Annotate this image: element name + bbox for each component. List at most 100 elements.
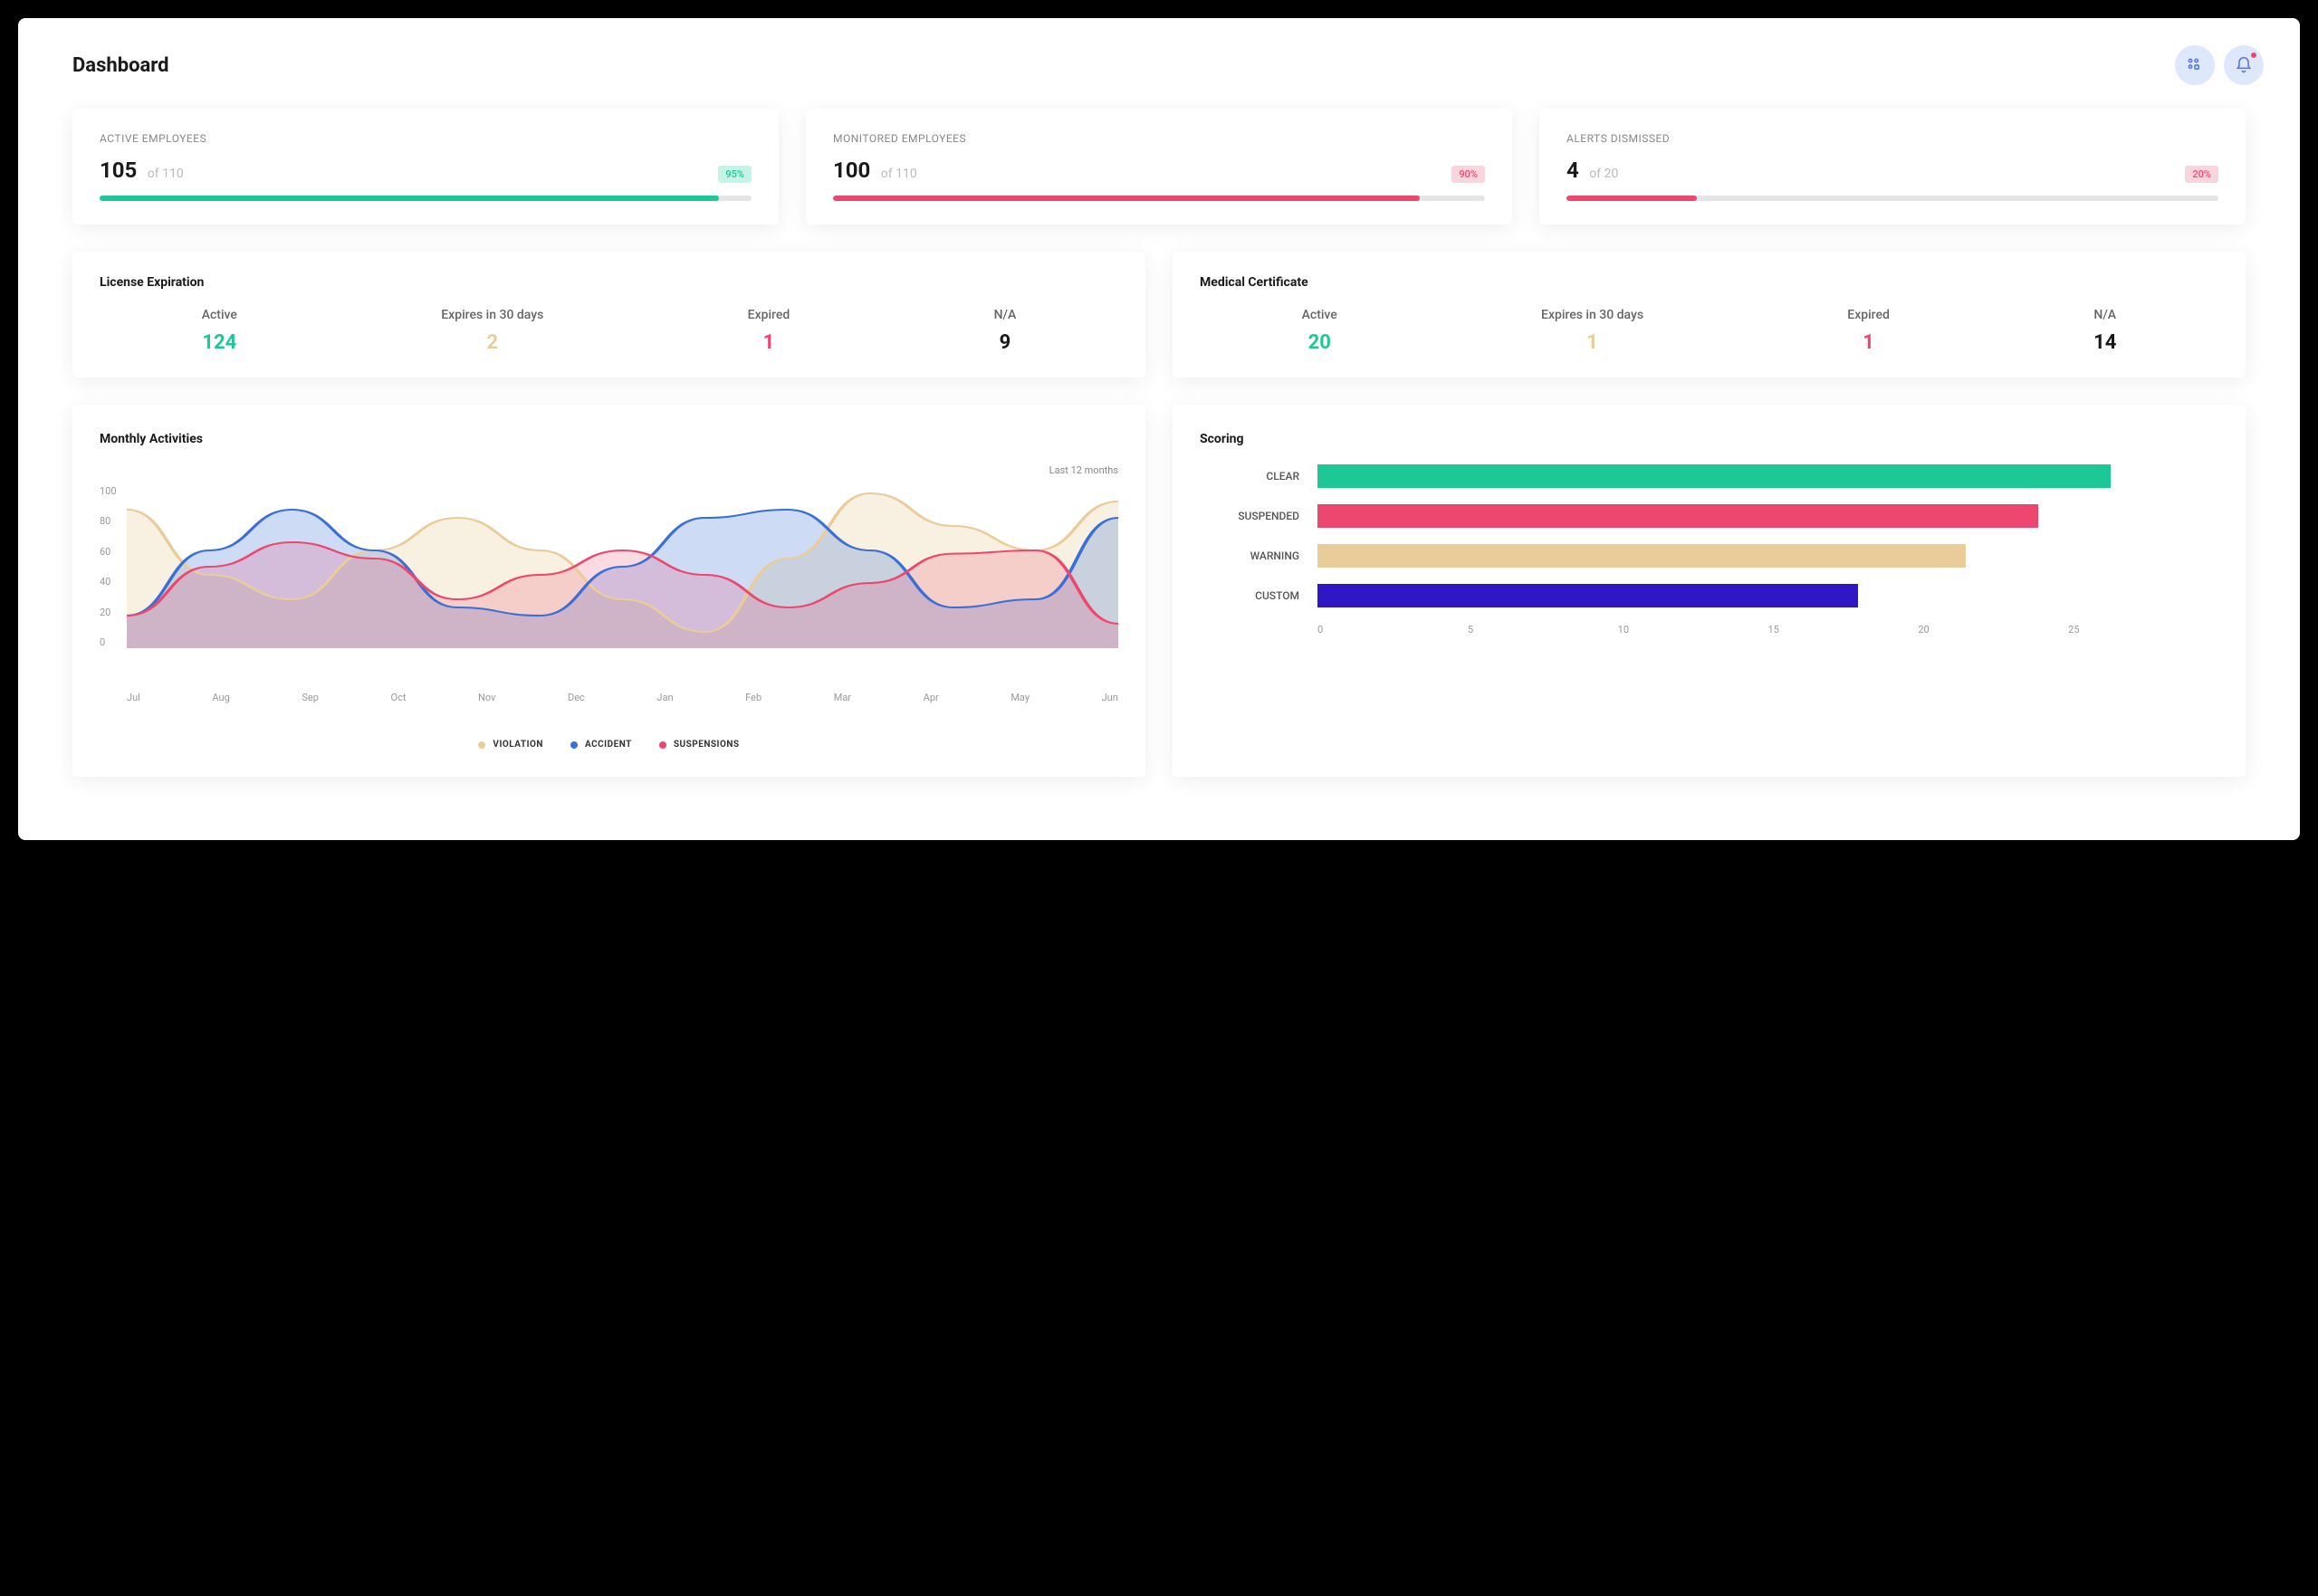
bar-row: SUSPENDED [1200, 504, 2218, 528]
y-axis: 100806040200 [100, 485, 117, 648]
header-icons [2175, 45, 2264, 85]
legend-label: SUSPENSIONS [674, 740, 740, 750]
stat-total: of 110 [144, 167, 183, 181]
bar-x-tick: 20 [1918, 624, 2068, 636]
chart-legend: VIOLATION ACCIDENT SUSPENSIONS [100, 740, 1118, 750]
notification-dot [2249, 51, 2258, 60]
legend-dot [570, 741, 578, 749]
mini-stat-value: 124 [202, 331, 237, 354]
mini-stat-label: N/A [2093, 308, 2116, 322]
stat-label: ACTIVE EMPLOYEES [100, 132, 752, 145]
bar-fill [1317, 464, 2111, 488]
bar-label: CLEAR [1200, 470, 1317, 483]
y-tick: 0 [100, 636, 117, 648]
legend-dot [478, 741, 485, 749]
medical-card: Medical Certificate Active 20 Expires in… [1173, 252, 2246, 377]
mini-stat-value: 14 [2093, 331, 2116, 354]
scoring-title: Scoring [1200, 432, 2218, 446]
monthly-subtitle: Last 12 months [100, 464, 1118, 476]
mini-stat: N/A 14 [2093, 308, 2116, 354]
bar-x-tick: 5 [1468, 624, 1618, 636]
app-container: Dashboard ACTIVE EMPLOYEES 105 of 110 95… [18, 18, 2300, 840]
page-title: Dashboard [72, 54, 2246, 77]
bar-x-tick: 25 [2068, 624, 2218, 636]
license-grid: Active 124 Expires in 30 days 2 Expired … [100, 308, 1118, 354]
y-tick: 20 [100, 607, 117, 618]
progress-fill [833, 196, 1420, 201]
bar-track [1317, 504, 2218, 528]
mini-stat-value: 1 [748, 331, 790, 354]
mini-stat: Active 20 [1302, 308, 1337, 354]
bar-label: WARNING [1200, 550, 1317, 562]
stat-total: of 110 [877, 167, 916, 181]
stat-card-0: ACTIVE EMPLOYEES 105 of 110 95% [72, 109, 779, 225]
x-tick: Jun [1102, 692, 1118, 703]
apps-icon [2186, 56, 2204, 74]
x-tick: Jan [656, 692, 673, 703]
mini-stat: Active 124 [202, 308, 237, 354]
mini-stat-value: 2 [441, 331, 543, 354]
apps-icon-button[interactable] [2175, 45, 2215, 85]
progress-track [1566, 196, 2218, 201]
mini-stat-value: 1 [1847, 331, 1890, 354]
bar-fill [1317, 504, 2038, 528]
x-tick: May [1011, 692, 1030, 703]
stat-value: 4 [1566, 158, 1579, 183]
bar-track [1317, 544, 2218, 568]
mini-stat-label: Expired [748, 308, 790, 322]
bar-x-tick: 15 [1767, 624, 1918, 636]
mini-stat: Expired 1 [748, 308, 790, 354]
legend-item: VIOLATION [478, 740, 543, 750]
progress-fill [100, 196, 719, 201]
mini-stat: N/A 9 [994, 308, 1017, 354]
progress-fill [1566, 196, 1697, 201]
scoring-bar-chart: CLEAR SUSPENDED WARNING CUSTOM [1200, 464, 2218, 607]
mini-stat-value: 9 [994, 331, 1017, 354]
legend-item: ACCIDENT [570, 740, 632, 750]
y-tick: 100 [100, 485, 117, 497]
mini-stat-label: Active [202, 308, 237, 322]
stat-badge: 95% [718, 166, 752, 183]
x-tick: Dec [568, 692, 585, 703]
scoring-x-axis: 0510152025 [1317, 624, 2218, 636]
progress-track [833, 196, 1485, 201]
legend-label: VIOLATION [493, 740, 543, 750]
y-tick: 80 [100, 515, 117, 527]
bar-row: CUSTOM [1200, 584, 2218, 607]
bar-row: WARNING [1200, 544, 2218, 568]
mini-stat: Expired 1 [1847, 308, 1890, 354]
mini-stat-label: N/A [994, 308, 1017, 322]
bar-fill [1317, 544, 1966, 568]
monthly-chart: 100806040200 [127, 485, 1118, 684]
y-tick: 40 [100, 576, 117, 588]
stat-total: of 20 [1586, 167, 1619, 181]
progress-track [100, 196, 752, 201]
charts-row: Monthly Activities Last 12 months 100806… [72, 405, 2246, 777]
mini-stat: Expires in 30 days 2 [441, 308, 543, 354]
bar-track [1317, 584, 2218, 607]
license-card: License Expiration Active 124 Expires in… [72, 252, 1145, 377]
status-row: License Expiration Active 124 Expires in… [72, 252, 2246, 377]
x-tick: Oct [391, 692, 407, 703]
x-tick: Feb [745, 692, 761, 703]
x-tick: Nov [478, 692, 495, 703]
bar-row: CLEAR [1200, 464, 2218, 488]
x-tick: Apr [924, 692, 939, 703]
bar-fill [1317, 584, 1858, 607]
notifications-icon-button[interactable] [2224, 45, 2264, 85]
bar-x-tick: 10 [1618, 624, 1768, 636]
stat-badge: 20% [2185, 166, 2218, 183]
bar-track [1317, 464, 2218, 488]
license-title: License Expiration [100, 275, 1118, 290]
bar-label: SUSPENDED [1200, 510, 1317, 522]
mini-stat-label: Expires in 30 days [1541, 308, 1643, 322]
stat-card-1: MONITORED EMPLOYEES 100 of 110 90% [806, 109, 1512, 225]
stat-badge: 90% [1451, 166, 1485, 183]
scoring-card: Scoring CLEAR SUSPENDED WARNING CUSTOM 0… [1173, 405, 2246, 777]
x-axis: JulAugSepOctNovDecJanFebMarAprMayJun [127, 692, 1118, 703]
x-tick: Aug [212, 692, 229, 703]
x-tick: Sep [302, 692, 319, 703]
stat-value: 100 [833, 158, 870, 183]
stat-label: ALERTS DISMISSED [1566, 132, 2218, 145]
monthly-card: Monthly Activities Last 12 months 100806… [72, 405, 1145, 777]
